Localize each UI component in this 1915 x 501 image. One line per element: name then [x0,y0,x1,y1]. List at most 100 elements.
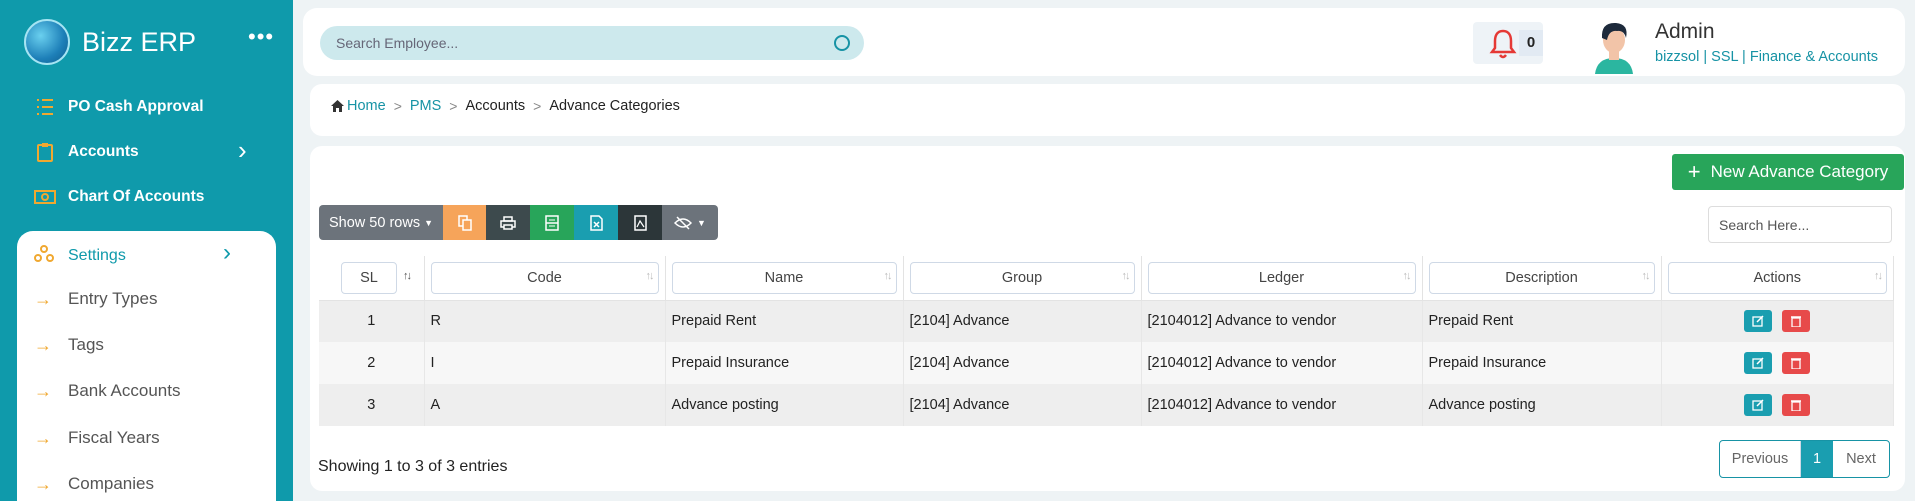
cell-actions [1661,384,1894,426]
new-advance-category-button[interactable]: + New Advance Category [1672,154,1904,190]
delete-button[interactable] [1782,310,1811,333]
csv-button[interactable] [530,205,574,240]
bell-icon [1489,29,1517,59]
settings-panel: Settings → Entry Types → Tags → Bank Acc… [17,231,276,501]
cell-ledger: [2104012] Advance to vendor [1141,300,1423,342]
chevron-right-icon[interactable]: › [223,239,231,267]
trash-icon [1791,316,1802,328]
pdf-icon [633,214,647,231]
column-header-description[interactable]: Description ↑↓ [1422,256,1662,301]
header-label: Actions [1753,269,1802,286]
copy-icon [457,214,472,231]
column-visibility-button[interactable]: ▼ [662,205,718,240]
avatar[interactable] [1591,18,1637,74]
copy-button[interactable] [443,205,486,240]
column-header-code[interactable]: Code ↑↓ [424,256,666,301]
cell-code: R [424,300,666,342]
print-button[interactable] [486,205,530,240]
table-toolbar: Show 50 rows ▼ ▼ [319,205,718,240]
settings-icon [34,244,56,268]
sidebar-item-label: Tags [68,335,104,354]
breadcrumb-current: Advance Categories [549,98,680,114]
settings-label: Settings [68,247,126,264]
column-header-group[interactable]: Group ↑↓ [903,256,1142,301]
column-header-actions[interactable]: Actions ↑↓ [1661,256,1894,301]
column-header-ledger[interactable]: Ledger ↑↓ [1141,256,1423,301]
sidebar-item-fiscal-years[interactable]: → Fiscal Years [34,423,160,453]
sidebar-item-label: Fiscal Years [68,428,160,447]
brand-logo [24,19,70,65]
user-name[interactable]: Admin [1655,20,1715,44]
sort-icon: ↑↓ [403,269,412,282]
sidebar-item-po-cash-approval[interactable]: PO Cash Approval [34,92,204,122]
show-rows-dropdown[interactable]: Show 50 rows ▼ [319,205,443,240]
chevron-right-icon[interactable]: › [238,135,247,166]
notification-button[interactable]: 0 [1473,22,1543,64]
pagination-page[interactable]: 1 [1801,441,1833,477]
header-label: Name [764,269,804,286]
cell-sl: 2 [319,342,425,384]
table-header-row: SL ↑↓ Code ↑↓ Name ↑↓ Group ↑↓ Ledger ↑↓ Desc… [319,256,1894,301]
sidebar-item-tags[interactable]: → Tags [34,330,104,360]
column-header-sl[interactable]: SL ↑↓ [319,256,425,301]
sidebar-item-label: Accounts [68,143,139,160]
trash-icon [1791,358,1802,369]
clipboard-icon [34,142,56,162]
cell-group: [2104] Advance [903,300,1142,342]
sidebar-item-chart-of-accounts[interactable]: Chart Of Accounts [34,182,204,212]
breadcrumb-accounts[interactable]: Accounts [465,98,525,114]
cell-sl: 3 [319,384,425,426]
cell-group: [2104] Advance [903,384,1142,426]
cell-name: Prepaid Insurance [665,342,904,384]
sidebar-item-settings[interactable]: Settings [34,241,126,271]
table-row: 3 A Advance posting [2104] Advance [2104… [319,384,1894,426]
pagination-previous[interactable]: Previous [1720,441,1801,477]
cell-description: Prepaid Rent [1422,300,1662,342]
sort-icon: ↑↓ [883,269,893,282]
breadcrumb-pms[interactable]: PMS [410,98,441,114]
delete-button[interactable] [1782,394,1811,416]
menu-dots-icon[interactable]: ••• [248,24,274,50]
pdf-button[interactable] [618,205,662,240]
cell-ledger: [2104012] Advance to vendor [1141,342,1423,384]
edit-button[interactable] [1744,394,1773,416]
cell-sl: 1 [319,300,425,342]
delete-button[interactable] [1782,352,1811,374]
sidebar-item-label: Entry Types [68,289,158,308]
breadcrumb-home-label: Home [347,98,386,114]
excel-icon [589,214,603,231]
pagination-next[interactable]: Next [1833,441,1889,477]
column-header-name[interactable]: Name ↑↓ [665,256,904,301]
sidebar-item-accounts[interactable]: Accounts [34,137,139,167]
trash-icon [1791,400,1802,411]
chevron-right-icon: > [393,98,402,114]
advance-categories-table: SL ↑↓ Code ↑↓ Name ↑↓ Group ↑↓ Ledger ↑↓ Desc… [319,256,1894,426]
sidebar-item-label: Bank Accounts [68,381,181,400]
breadcrumb-home[interactable]: Home [331,98,386,114]
brand[interactable]: Bizz ERP [24,18,196,66]
table-search-input[interactable] [1708,206,1892,243]
pagination: Previous 1 Next [1719,440,1890,478]
arrow-right-icon: → [34,288,52,309]
sidebar-item-label: Chart Of Accounts [68,188,205,205]
sidebar-item-bank-accounts[interactable]: → Bank Accounts [34,376,180,406]
edit-button[interactable] [1744,352,1773,374]
edit-button[interactable] [1744,310,1773,333]
topbar: 0 Admin bizzsol | SSL | Finance & Accoun… [303,8,1905,76]
excel-button[interactable] [574,205,618,240]
sidebar-item-companies[interactable]: → Companies [34,469,154,499]
eye-slash-icon [674,215,693,230]
sidebar-item-entry-types[interactable]: → Entry Types [34,284,157,314]
breadcrumb: Home > PMS > Accounts > Advance Categori… [331,98,680,114]
header-label: Code [527,269,562,286]
cell-name: Advance posting [665,384,904,426]
sidebar-item-label: Companies [68,474,154,493]
sort-icon: ↑↓ [1121,269,1131,282]
edit-icon [1752,357,1764,369]
list-icon [34,97,56,117]
cell-ledger: [2104012] Advance to vendor [1141,384,1423,426]
sort-icon: ↑↓ [1641,269,1651,282]
employee-search-input[interactable] [320,26,864,60]
show-rows-label: Show 50 rows [329,214,421,231]
user-search-icon[interactable] [834,35,850,51]
